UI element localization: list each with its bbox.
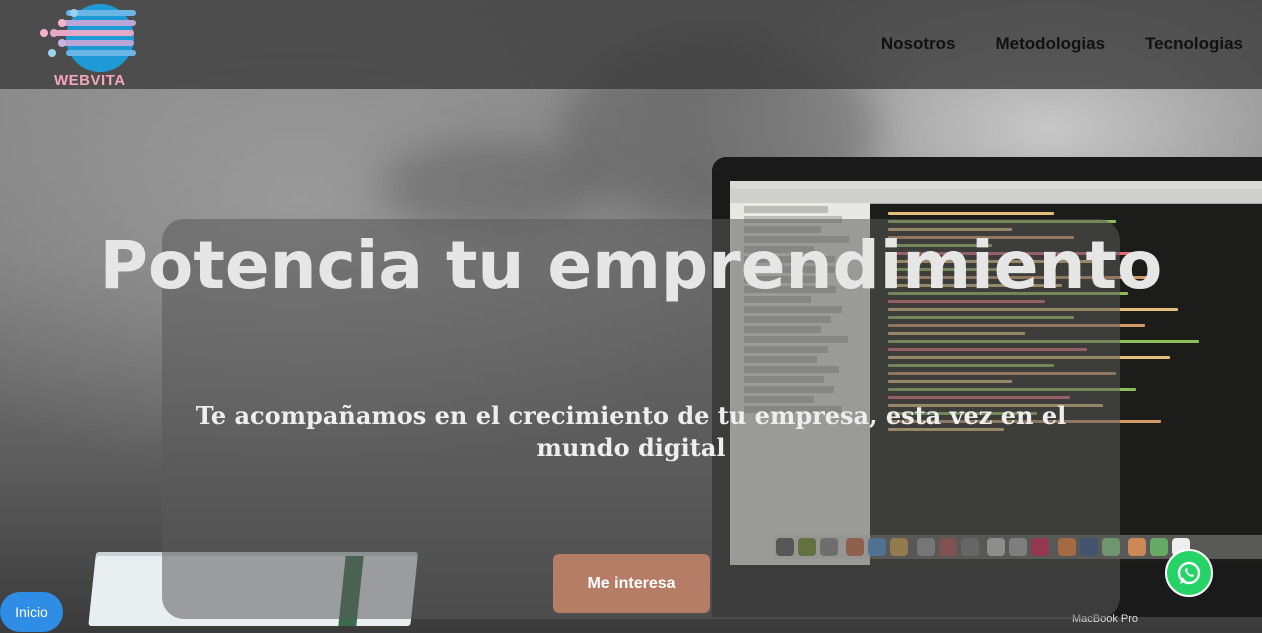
- inicio-button[interactable]: Inicio: [0, 592, 63, 632]
- nav-item-nosotros[interactable]: Nosotros: [881, 34, 956, 54]
- hero-title: Potencia tu emprendimiento: [99, 227, 1163, 304]
- nav-item-tecnologias[interactable]: Tecnologias: [1145, 34, 1243, 54]
- me-interesa-button[interactable]: Me interesa: [553, 554, 710, 613]
- brand-name: WEBVITA: [54, 72, 126, 89]
- hero-subtitle: Te acompañamos en el crecimiento de tu e…: [195, 401, 1067, 462]
- nav-item-metodologias[interactable]: Metodologias: [996, 34, 1106, 54]
- site-header: WEBVITA Nosotros Metodologias Tecnologia…: [0, 0, 1262, 89]
- whatsapp-button[interactable]: [1165, 549, 1213, 597]
- main-nav: Nosotros Metodologias Tecnologias: [881, 34, 1243, 54]
- leaf-shadow: [380, 140, 600, 230]
- whatsapp-icon: [1177, 561, 1201, 585]
